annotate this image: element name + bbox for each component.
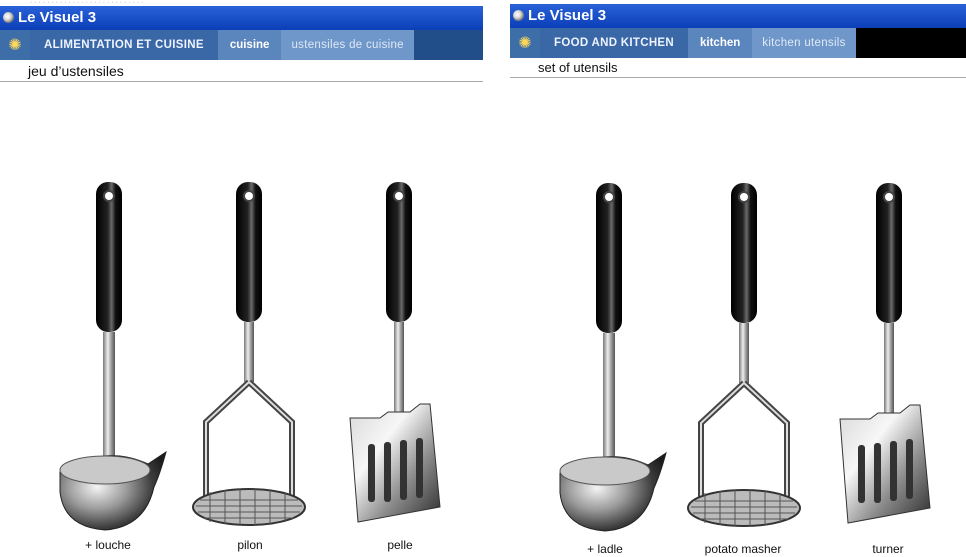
breadcrumb-nav: ✺ ALIMENTATION ET CUISINE cuisine ustens…	[0, 30, 483, 60]
turner-icon[interactable]	[340, 182, 460, 532]
nav-subsubcategory[interactable]: kitchen utensils	[752, 28, 856, 58]
illustration-stage: + louche pilon pelle	[0, 82, 483, 552]
page-heading: set of utensils	[510, 58, 966, 78]
potato-masher-icon[interactable]	[190, 182, 310, 532]
caption-potato-masher: potato masher	[704, 542, 782, 556]
nav-subcategory[interactable]: kitchen	[688, 28, 753, 58]
window-titlebar: Le Visuel 3	[510, 4, 966, 28]
nav-subsubcategory[interactable]: ustensiles de cuisine	[281, 30, 414, 60]
page-heading: jeu d’ustensiles	[0, 60, 483, 82]
french-panel: Le Visuel 3 ✺ ALIMENTATION ET CUISINE cu…	[0, 6, 483, 557]
caption-ladle: + ladle	[587, 542, 623, 556]
potato-masher-icon[interactable]	[685, 183, 805, 533]
breadcrumb-nav: ✺ FOOD AND KITCHEN kitchen kitchen utens…	[510, 28, 966, 58]
nav-filler	[855, 28, 966, 58]
caption-potato-masher: pilon	[237, 538, 263, 552]
illustration-stage: + ladle potato masher turner	[510, 78, 966, 556]
app-logo-icon	[3, 12, 14, 23]
app-logo-icon	[513, 10, 524, 21]
nav-subcategory[interactable]: cuisine	[217, 30, 282, 60]
ladle-icon[interactable]	[550, 183, 670, 533]
ladle-icon[interactable]	[50, 182, 170, 532]
sun-icon[interactable]: ✺	[510, 28, 540, 58]
window-title: Le Visuel 3	[18, 9, 97, 26]
turner-icon[interactable]	[830, 183, 950, 533]
nav-category[interactable]: FOOD AND KITCHEN	[540, 28, 689, 58]
sun-icon[interactable]: ✺	[0, 30, 30, 60]
nav-category[interactable]: ALIMENTATION ET CUISINE	[30, 30, 218, 60]
window-title: Le Visuel 3	[528, 7, 607, 24]
window-titlebar: Le Visuel 3	[0, 6, 483, 30]
english-panel: Le Visuel 3 ✺ FOOD AND KITCHEN kitchen k…	[510, 4, 966, 556]
caption-turner: turner	[872, 542, 904, 556]
caption-ladle: + louche	[85, 538, 131, 552]
caption-turner: pelle	[387, 538, 413, 552]
